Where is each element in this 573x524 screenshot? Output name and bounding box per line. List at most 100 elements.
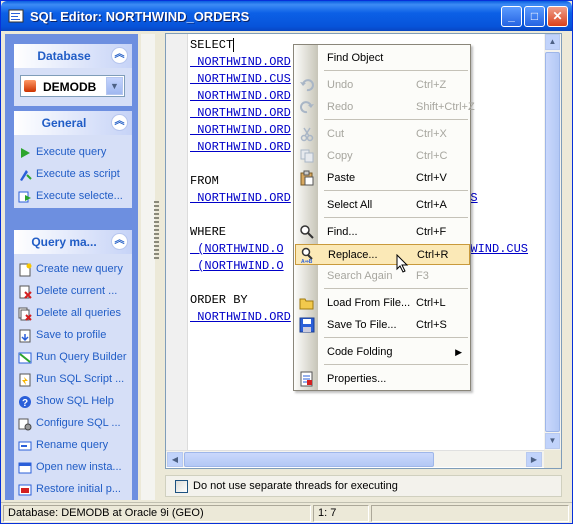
scroll-left-icon[interactable]: ◀ <box>167 452 183 467</box>
scroll-down-icon[interactable]: ▼ <box>545 433 560 449</box>
code-line[interactable]: WHERE <box>190 224 226 241</box>
menu-item-label: Undo <box>327 79 354 91</box>
database-select[interactable]: DEMODB ▼ <box>20 75 125 97</box>
vertical-scroll-thumb[interactable] <box>545 52 560 432</box>
menu-item-search-again[interactable]: Search Again F3 <box>295 266 470 287</box>
close-button[interactable]: ✕ <box>547 6 568 27</box>
menu-item-find[interactable]: Find... Ctrl+F <box>295 222 470 243</box>
menu-item-paste[interactable]: Paste Ctrl+V <box>295 168 470 189</box>
new-query-icon <box>19 263 32 277</box>
menu-item-load-from-file[interactable]: Load From File... Ctrl+L <box>295 293 470 314</box>
menu-item-properties[interactable]: Properties... <box>295 369 470 390</box>
menu-item-shortcut: Ctrl+S <box>416 319 447 331</box>
code-line[interactable]: NORTHWIND.CUS <box>190 71 291 88</box>
code-line[interactable]: (NORTHWIND.O <box>190 241 283 258</box>
sql-identifier[interactable]: (NORTHWIND.O <box>190 259 283 273</box>
sql-identifier[interactable]: NORTHWIND.ORD <box>190 123 291 137</box>
editor-context-menu: Find Object Undo Ctrl+Z Redo Shift+Ctrl+Z Cut… <box>293 44 475 391</box>
code-line[interactable]: NORTHWIND.ORD <box>190 309 291 326</box>
collapse-chevron-icon[interactable]: ︽ <box>111 47 128 64</box>
sql-identifier[interactable]: NORTHWIND.ORD <box>190 140 291 154</box>
sql-keyword: FROM <box>190 174 219 188</box>
code-line[interactable]: NORTHWIND.ORD <box>190 88 291 105</box>
code-line[interactable]: NORTHWIND.ORD <box>190 105 291 122</box>
minimize-button[interactable]: _ <box>501 6 522 27</box>
play-icon <box>21 148 30 158</box>
separate-threads-checkbox[interactable] <box>175 480 188 493</box>
sql-identifier[interactable]: NORTHWIND.ORD <box>190 55 291 69</box>
find-icon <box>300 225 314 239</box>
sql-identifier[interactable]: (NORTHWIND.O <box>190 242 283 256</box>
chevron-down-icon[interactable]: ▼ <box>106 77 123 95</box>
menu-item-label: Find Object <box>327 52 384 64</box>
collapse-chevron-icon[interactable]: ︽ <box>111 233 128 250</box>
menu-item-label: Load From File... <box>327 297 411 309</box>
menu-separator <box>324 190 468 191</box>
database-group: Database ︽ DEMODB ▼ <box>14 44 132 106</box>
general-group-header[interactable]: General ︽ <box>14 111 132 135</box>
separate-threads-label[interactable]: Do not use separate threads for executin… <box>193 480 398 492</box>
menu-item-undo[interactable]: Undo Ctrl+Z <box>295 75 470 96</box>
code-line[interactable]: (NORTHWIND.O <box>190 258 283 275</box>
code-line[interactable]: NORTHWIND.ORD <box>190 139 291 156</box>
collapse-chevron-icon[interactable]: ︽ <box>111 114 128 131</box>
sql-identifier[interactable]: NORTHWIND.ORD <box>190 310 291 324</box>
sql-editor-app-icon <box>8 9 24 23</box>
menu-item-replace[interactable]: A⇒B Replace... Ctrl+R <box>295 244 470 265</box>
splitter-grip[interactable] <box>154 201 159 261</box>
new-instance-icon <box>18 462 32 474</box>
menu-item-shortcut: Ctrl+R <box>417 249 449 261</box>
menu-separator <box>324 364 468 365</box>
horizontal-scrollbar[interactable]: ◀ ▶ <box>166 450 544 467</box>
title-bar[interactable]: SQL Editor: NORTHWIND_ORDERS _ □ ✕ <box>1 1 572 31</box>
menu-item-save-to-file[interactable]: Save To File... Ctrl+S <box>295 315 470 336</box>
sql-identifier[interactable]: NORTHWIND.ORD <box>190 106 291 120</box>
menu-item-label: Search Again <box>327 270 393 282</box>
scroll-right-icon[interactable]: ▶ <box>526 452 542 467</box>
sql-identifier[interactable]: NORTHWIND.CUS <box>190 72 291 86</box>
sql-editor-window: SQL Editor: NORTHWIND_ORDERS _ □ ✕ Datab… <box>0 0 573 524</box>
menu-item-shortcut: Ctrl+L <box>416 297 446 309</box>
sql-keyword: WHERE <box>190 225 227 239</box>
menu-separator <box>324 217 468 218</box>
undo-icon <box>300 79 314 92</box>
query-builder-icon <box>18 352 32 364</box>
menu-item-shortcut: Ctrl+C <box>416 150 448 162</box>
database-icon <box>24 80 36 92</box>
sql-script-icon <box>19 373 31 387</box>
sql-identifier[interactable]: NORTHWIND.ORD <box>190 89 291 103</box>
menu-item-shortcut: Shift+Ctrl+Z <box>416 101 475 113</box>
code-line[interactable]: NORTHWIND.ORD <box>190 54 291 71</box>
vertical-scrollbar[interactable]: ▲ ▼ <box>544 34 561 450</box>
code-line[interactable]: NORTHWIND.ORD <box>190 190 291 207</box>
menu-item-shortcut: Ctrl+F <box>416 226 447 238</box>
menu-item-redo[interactable]: Redo Shift+Ctrl+Z <box>295 97 475 118</box>
mouse-pointer-icon <box>396 254 409 273</box>
code-line[interactable]: ORDER BY <box>190 292 248 309</box>
svg-text:?: ? <box>22 398 28 409</box>
menu-item-find-object[interactable]: Find Object <box>295 48 470 69</box>
code-line[interactable]: NORTHWIND.ORD <box>190 122 291 139</box>
menu-separator <box>324 337 468 338</box>
submenu-arrow-icon: ▶ <box>455 347 462 357</box>
horizontal-scroll-thumb[interactable] <box>184 452 434 467</box>
code-line[interactable]: FROM <box>190 173 219 190</box>
menu-item-select-all[interactable]: Select All Ctrl+A <box>295 195 470 216</box>
scroll-up-icon[interactable]: ▲ <box>545 34 560 50</box>
menu-item-code-folding[interactable]: Code Folding ▶ <box>295 342 470 363</box>
query-group-header[interactable]: Query ma... ︽ <box>14 230 132 254</box>
menu-item-cut[interactable]: Cut Ctrl+X <box>295 124 470 145</box>
sql-keyword: SELECT <box>190 38 234 52</box>
text-caret <box>233 37 235 52</box>
status-empty-panel <box>371 505 569 522</box>
menu-item-label: Properties... <box>327 373 387 385</box>
sql-identifier[interactable]: NORTHWIND.ORD <box>190 191 291 205</box>
database-group-header[interactable]: Database ︽ <box>14 44 132 68</box>
sql-keyword: ORDER BY <box>190 293 248 307</box>
menu-item-copy[interactable]: Copy Ctrl+C <box>295 146 470 167</box>
left-panel-scrollbar[interactable] <box>141 34 155 500</box>
menu-item-shortcut: Ctrl+A <box>416 199 447 211</box>
maximize-button[interactable]: □ <box>524 6 545 27</box>
code-line[interactable]: SELECT <box>190 37 235 54</box>
svg-text:A⇒B: A⇒B <box>301 259 313 263</box>
